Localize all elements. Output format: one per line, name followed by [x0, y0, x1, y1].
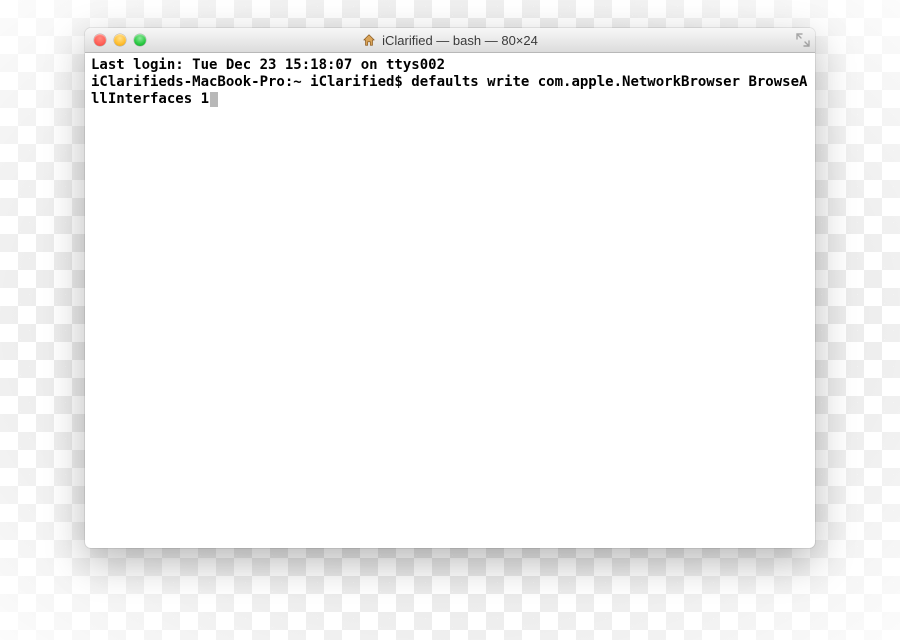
window-title-text: iClarified — bash — 80×24: [382, 33, 538, 48]
traffic-lights: [85, 34, 146, 46]
window-titlebar[interactable]: iClarified — bash — 80×24: [85, 28, 815, 53]
text-cursor: [210, 92, 218, 107]
terminal-window: iClarified — bash — 80×24 Last login: Tu…: [85, 28, 815, 548]
prompt-line: iClarifieds-MacBook-Pro:~ iClarified$ de…: [91, 74, 809, 108]
home-folder-icon: [362, 33, 376, 47]
close-button[interactable]: [94, 34, 106, 46]
terminal-content[interactable]: Last login: Tue Dec 23 15:18:07 on ttys0…: [85, 53, 815, 112]
shell-prompt: iClarifieds-MacBook-Pro:~ iClarified$: [91, 74, 411, 90]
checkerboard-background: iClarified — bash — 80×24 Last login: Tu…: [0, 0, 900, 640]
window-title: iClarified — bash — 80×24: [85, 28, 815, 52]
fullscreen-toggle-icon[interactable]: [796, 33, 810, 47]
zoom-button[interactable]: [134, 34, 146, 46]
last-login-line: Last login: Tue Dec 23 15:18:07 on ttys0…: [91, 57, 809, 74]
minimize-button[interactable]: [114, 34, 126, 46]
